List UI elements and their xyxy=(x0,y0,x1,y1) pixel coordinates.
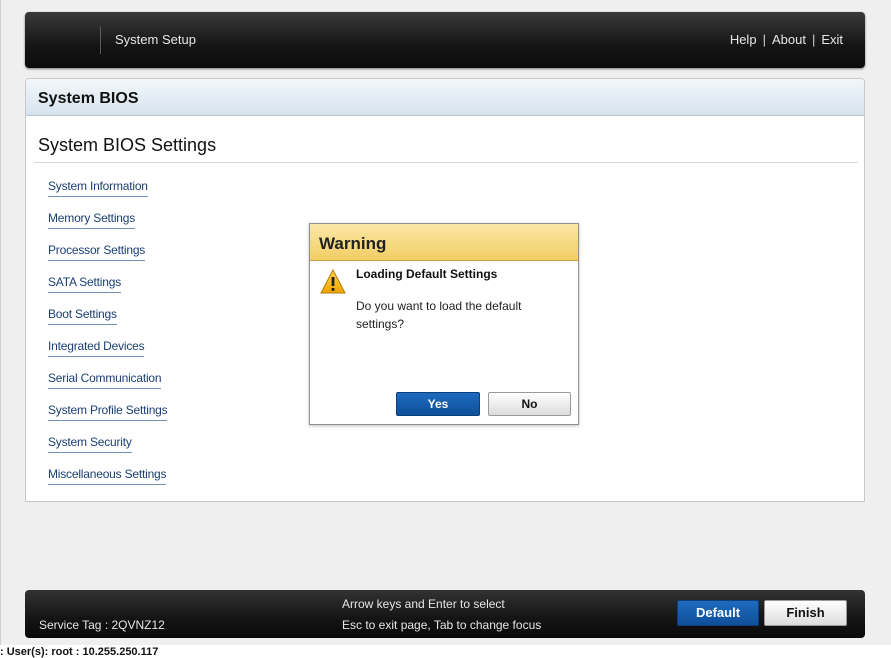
header-links: Help | About | Exit xyxy=(730,32,843,47)
dialog-header: Warning xyxy=(310,224,578,261)
dialog-title: Warning xyxy=(319,234,387,253)
panel-header: System BIOS xyxy=(26,79,864,116)
help-text-line-2: Esc to exit page, Tab to change focus xyxy=(342,618,542,632)
menu-item-system-profile-settings: System Profile Settings xyxy=(48,401,168,433)
help-link[interactable]: Help xyxy=(730,32,757,47)
remote-session-status: : User(s): root : 10.255.250.117 xyxy=(0,646,159,658)
bottom-footer-bar: Service Tag : 2QVNZ12 Arrow keys and Ent… xyxy=(25,590,865,638)
section-divider xyxy=(34,162,858,163)
settings-menu: System Information Memory Settings Proce… xyxy=(48,177,168,497)
system-information-link[interactable]: System Information xyxy=(48,179,148,197)
processor-settings-link[interactable]: Processor Settings xyxy=(48,243,145,261)
menu-item-system-security: System Security xyxy=(48,433,167,465)
section-title: System BIOS Settings xyxy=(38,135,217,155)
about-link[interactable]: About xyxy=(772,32,806,47)
dialog-message: Do you want to load the default settings… xyxy=(356,299,522,331)
menu-item-processor-settings: Processor Settings xyxy=(48,241,167,273)
header-separator xyxy=(100,26,101,54)
panel-title: System BIOS xyxy=(38,90,139,107)
serial-communication-link[interactable]: Serial Communication xyxy=(48,371,162,389)
default-button[interactable]: Default xyxy=(677,600,759,626)
finish-button[interactable]: Finish xyxy=(764,600,847,626)
header-title: System Setup xyxy=(115,32,196,47)
bios-screen: System Setup Help | About | Exit System … xyxy=(0,0,891,645)
system-security-link[interactable]: System Security xyxy=(48,435,132,453)
boot-settings-link[interactable]: Boot Settings xyxy=(48,307,117,325)
sata-settings-link[interactable]: SATA Settings xyxy=(48,275,121,293)
menu-item-integrated-devices: Integrated Devices xyxy=(48,337,167,369)
warning-triangle-icon xyxy=(320,269,346,294)
help-text-line-1: Arrow keys and Enter to select xyxy=(342,597,505,611)
menu-item-serial-communication: Serial Communication xyxy=(48,369,167,401)
menu-item-system-information: System Information xyxy=(48,177,167,209)
service-tag: Service Tag : 2QVNZ12 xyxy=(39,618,165,632)
dialog-heading: Loading Default Settings xyxy=(356,267,498,281)
menu-item-miscellaneous-settings: Miscellaneous Settings xyxy=(48,465,167,497)
no-button[interactable]: No xyxy=(488,392,571,416)
memory-settings-link[interactable]: Memory Settings xyxy=(48,211,135,229)
miscellaneous-settings-link[interactable]: Miscellaneous Settings xyxy=(48,467,167,485)
yes-button[interactable]: Yes xyxy=(396,392,480,416)
system-profile-settings-link[interactable]: System Profile Settings xyxy=(48,403,168,421)
top-header-bar: System Setup Help | About | Exit xyxy=(25,12,865,68)
header-link-separator: | xyxy=(811,32,816,47)
integrated-devices-link[interactable]: Integrated Devices xyxy=(48,339,145,357)
menu-item-memory-settings: Memory Settings xyxy=(48,209,167,241)
menu-item-boot-settings: Boot Settings xyxy=(48,305,167,337)
warning-dialog: Warning Loading Default Settings Do you … xyxy=(309,223,579,425)
exit-link[interactable]: Exit xyxy=(821,32,843,47)
menu-item-sata-settings: SATA Settings xyxy=(48,273,167,305)
header-link-separator: | xyxy=(762,32,766,47)
